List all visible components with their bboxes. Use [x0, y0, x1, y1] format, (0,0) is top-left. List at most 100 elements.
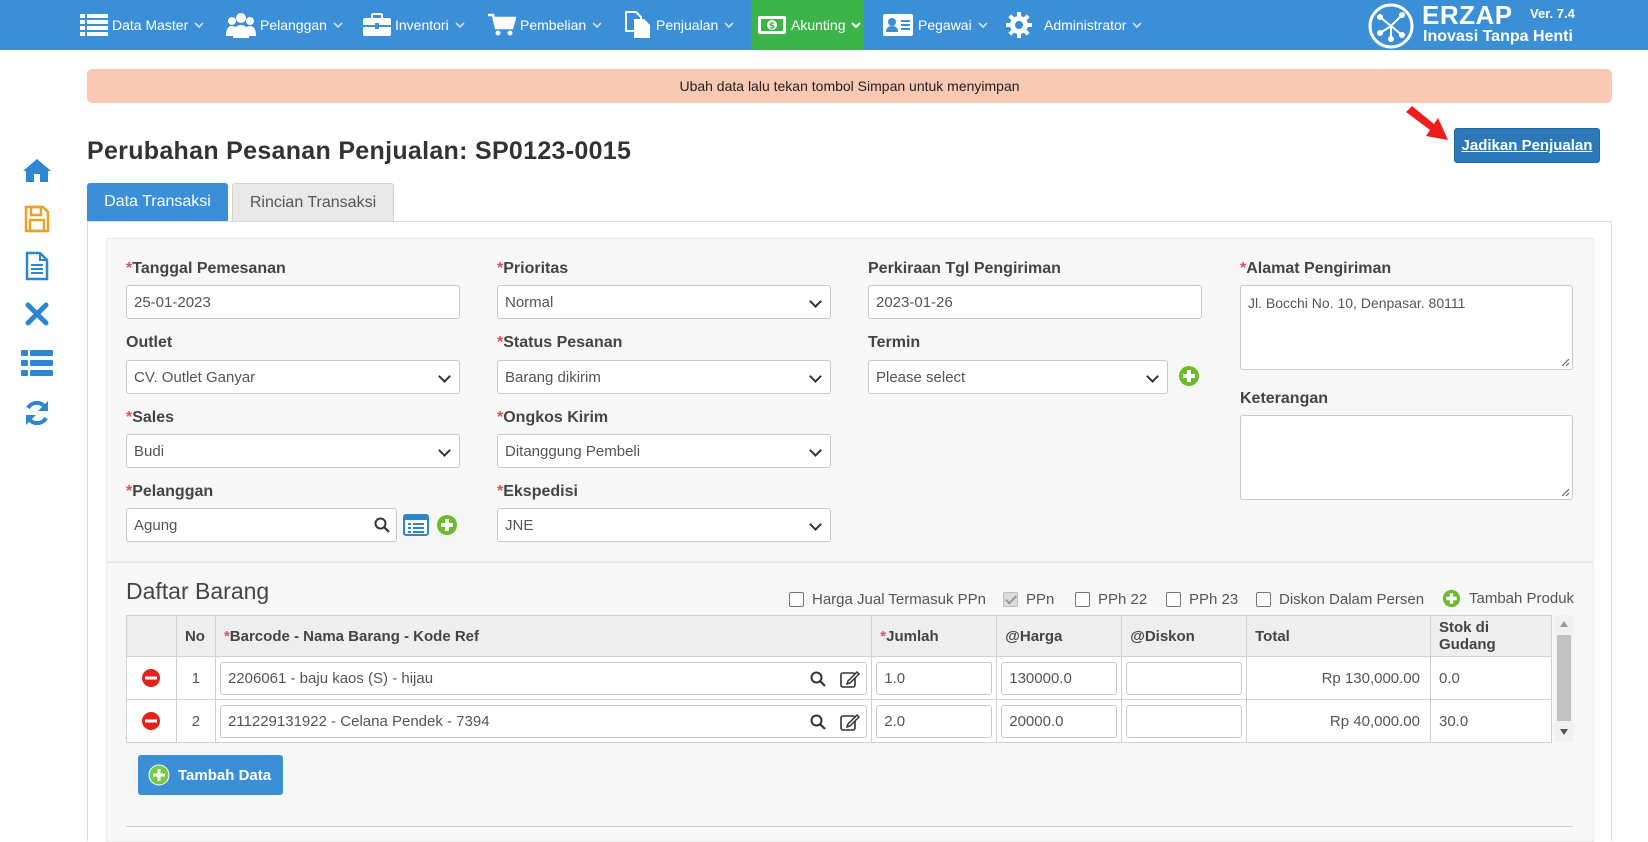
harga-ppn-checkbox[interactable]: Harga Jual Termasuk PPn	[789, 591, 986, 608]
document-button[interactable]	[20, 249, 54, 283]
home-button[interactable]	[20, 153, 54, 187]
refresh-button[interactable]	[20, 396, 54, 430]
diskon-persen-checkbox[interactable]: Diskon Dalam Persen	[1256, 591, 1424, 608]
table-header-row: No *Barcode - Nama Barang - Kode Ref *Ju…	[126, 615, 1552, 657]
add-termin-icon[interactable]	[1178, 365, 1200, 387]
sales-label: *Sales	[126, 409, 175, 426]
row-stok: 30.0	[1430, 699, 1552, 743]
ekspedisi-select[interactable]: JNE	[497, 508, 831, 542]
row-total: Rp 130,000.00	[1246, 656, 1431, 700]
list-button[interactable]	[20, 346, 54, 380]
ongkos-select[interactable]: Ditanggung Pembeli	[497, 434, 831, 468]
red-arrow-icon	[1406, 106, 1448, 140]
save-icon	[24, 205, 50, 233]
ppn-checkbox[interactable]: PPn	[1003, 591, 1054, 608]
version-label: Ver. 7.4	[1530, 6, 1575, 21]
search-icon[interactable]	[810, 671, 827, 687]
brand-name: ERZAP	[1422, 0, 1513, 30]
pelanggan-label: *Pelanggan	[126, 483, 214, 500]
chevron-down-icon	[851, 22, 862, 29]
list-icon	[80, 14, 108, 36]
checkbox-box[interactable]	[1075, 592, 1090, 607]
brand[interactable]: ERZAP Inovasi Tanpa Henti Ver. 7.4	[1366, 0, 1606, 50]
sales-select[interactable]: Budi	[126, 434, 460, 468]
header-stok: Stok di Gudang	[1430, 615, 1552, 657]
diskon-input[interactable]	[1126, 704, 1243, 738]
tab-data-transaksi[interactable]: Data Transaksi	[87, 183, 228, 221]
nav-penjualan[interactable]: Penjualan	[624, 0, 734, 50]
perkiraan-input[interactable]: 2023-01-26	[868, 285, 1202, 319]
search-icon[interactable]	[810, 714, 827, 730]
tambah-data-button[interactable]: Tambah Data	[138, 755, 283, 795]
remove-row-icon[interactable]	[141, 668, 161, 688]
pelanggan-value: Agung	[134, 516, 178, 534]
row-harga-cell: 130000.0	[996, 656, 1123, 700]
tambah-produk-label: Tambah Produk	[1469, 590, 1575, 607]
table-scrollbar[interactable]	[1555, 615, 1573, 742]
barang-value: 211229131922 - Celana Pendek - 7394	[227, 712, 490, 730]
scroll-down-icon[interactable]	[1560, 729, 1568, 735]
perkiraan-label: Perkiraan Tgl Pengiriman	[868, 260, 1061, 277]
pph23-checkbox[interactable]: PPh 23	[1166, 591, 1238, 608]
home-icon	[23, 159, 51, 182]
nav-administrator[interactable]: Administrator	[1006, 0, 1143, 50]
checkbox-label: PPn	[1026, 591, 1055, 608]
search-icon[interactable]	[374, 517, 390, 533]
cancel-button[interactable]	[20, 297, 54, 331]
customer-list-icon[interactable]	[403, 514, 429, 536]
status-label: *Status Pesanan	[497, 334, 623, 351]
nav-label: Administrator	[1044, 17, 1127, 33]
scroll-up-icon[interactable]	[1560, 621, 1568, 627]
alamat-textarea[interactable]: Jl. Bocchi No. 10, Denpasar. 80111	[1240, 285, 1573, 370]
table-row: 2 211229131922 - Celana Pendek - 7394 2.…	[126, 699, 1552, 743]
harga-input[interactable]: 130000.0	[1001, 661, 1118, 695]
briefcase-icon	[363, 13, 391, 36]
harga-input[interactable]: 20000.0	[1001, 704, 1118, 738]
nav-pembelian[interactable]: Pembelian	[488, 0, 602, 50]
pph22-checkbox[interactable]: PPh 22	[1075, 591, 1147, 608]
header-jumlah: *Jumlah	[871, 615, 998, 657]
row-jumlah-cell: 2.0	[871, 699, 998, 743]
nav-pegawai[interactable]: Pegawai	[882, 0, 988, 50]
keterangan-textarea[interactable]	[1240, 415, 1573, 500]
edit-icon[interactable]	[840, 669, 861, 689]
users-icon	[226, 13, 256, 38]
items-table: No *Barcode - Nama Barang - Kode Ref *Ju…	[126, 615, 1552, 743]
header-barcode: *Barcode - Nama Barang - Kode Ref	[214, 615, 873, 657]
edit-icon[interactable]	[840, 712, 861, 732]
jumlah-input[interactable]: 2.0	[876, 704, 993, 738]
barang-input[interactable]: 2206061 - baju kaos (S) - hijau	[219, 661, 868, 695]
checkbox-box[interactable]	[789, 592, 804, 607]
tambah-produk-button[interactable]: Tambah Produk	[1442, 589, 1574, 608]
remove-row-icon[interactable]	[141, 711, 161, 731]
status-select[interactable]: Barang dikirim	[497, 360, 831, 394]
tanggal-input[interactable]: 25-01-2023	[126, 285, 460, 319]
add-customer-icon[interactable]	[436, 514, 458, 536]
chevron-down-icon	[1132, 22, 1143, 29]
checkbox-label: Harga Jual Termasuk PPn	[812, 591, 986, 608]
id-card-icon	[883, 14, 913, 36]
jadikan-penjualan-button[interactable]: Jadikan Penjualan	[1454, 128, 1600, 163]
outlet-select[interactable]: CV. Outlet Ganyar	[126, 360, 460, 394]
pelanggan-input[interactable]: Agung	[126, 508, 397, 542]
prioritas-select[interactable]: Normal	[497, 285, 831, 319]
checkbox-box[interactable]	[1256, 592, 1271, 607]
tab-rincian-transaksi[interactable]: Rincian Transaksi	[232, 183, 394, 221]
nav-pelanggan[interactable]: Pelanggan	[226, 0, 343, 50]
save-button[interactable]	[20, 202, 54, 236]
nav-akunting[interactable]: $ Akunting	[751, 0, 864, 50]
diskon-input[interactable]	[1126, 661, 1243, 695]
resize-grip-icon[interactable]	[1560, 357, 1570, 367]
resize-grip-icon[interactable]	[1560, 487, 1570, 497]
checkbox-label: PPh 22	[1098, 591, 1148, 608]
termin-select[interactable]: Please select	[868, 360, 1168, 394]
nav-data-master[interactable]: Data Master	[80, 0, 204, 50]
nav-inventori[interactable]: Inventori	[363, 0, 465, 50]
chevron-down-icon	[333, 22, 343, 29]
jumlah-input[interactable]: 1.0	[876, 661, 993, 695]
scrollbar-thumb[interactable]	[1557, 635, 1571, 721]
checkbox-box[interactable]	[1166, 592, 1181, 607]
document-icon	[25, 251, 49, 281]
barang-input[interactable]: 211229131922 - Celana Pendek - 7394	[219, 704, 868, 738]
checkbox-box[interactable]	[1003, 592, 1018, 607]
